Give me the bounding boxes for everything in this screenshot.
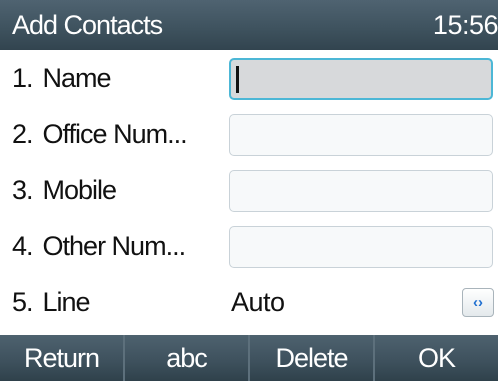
field-label-other-number: 4. Other Num... xyxy=(12,231,186,261)
mobile-input[interactable] xyxy=(229,170,493,212)
field-row-mobile[interactable]: 3. Mobile xyxy=(0,162,498,218)
field-label-name: 1. Name xyxy=(12,63,112,93)
text-cursor xyxy=(236,66,239,93)
phone-screen: Add Contacts 15:56 1. Name 2. Office Num..… xyxy=(0,0,498,381)
title-bar: Add Contacts 15:56 xyxy=(0,0,498,50)
return-softkey[interactable]: Return xyxy=(0,335,123,381)
contact-form: 1. Name 2. Office Num... 3. Mobile 4. Other … xyxy=(0,50,498,328)
field-label-mobile: 3. Mobile xyxy=(12,175,117,205)
field-label-line: 5. Line xyxy=(12,287,91,317)
office-number-input[interactable] xyxy=(229,114,493,156)
softkey-bar: Return abc Delete OK xyxy=(0,335,498,381)
field-row-office-number[interactable]: 2. Office Num... xyxy=(0,106,498,162)
left-right-arrows-icon: ‹› xyxy=(473,294,483,311)
delete-softkey[interactable]: Delete xyxy=(248,335,373,381)
abc-input-mode-softkey[interactable]: abc xyxy=(123,335,248,381)
other-number-input[interactable] xyxy=(229,226,493,268)
line-switch-button[interactable]: ‹› xyxy=(462,288,494,317)
page-title: Add Contacts xyxy=(12,10,163,40)
field-row-other-number[interactable]: 4. Other Num... xyxy=(0,218,498,274)
field-row-name[interactable]: 1. Name xyxy=(0,50,498,106)
name-input[interactable] xyxy=(229,58,493,100)
clock: 15:56 xyxy=(432,10,498,40)
ok-softkey[interactable]: OK xyxy=(373,335,498,381)
field-label-office-number: 2. Office Num... xyxy=(12,119,188,149)
line-select-value[interactable]: Auto xyxy=(231,274,285,330)
field-row-line[interactable]: 5. Line Auto ‹› xyxy=(0,274,498,330)
